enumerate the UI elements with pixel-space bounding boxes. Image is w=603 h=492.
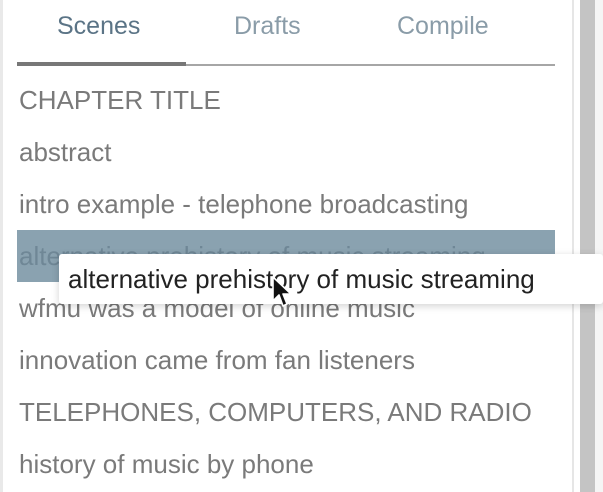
- scene-item-abstract[interactable]: abstract: [17, 126, 555, 178]
- scenes-panel: Scenes Drafts Compile CHAPTER TITLE abst…: [0, 0, 603, 492]
- tab-drafts[interactable]: Drafts: [234, 12, 301, 41]
- scene-item-innovation[interactable]: innovation came from fan listeners: [17, 334, 555, 386]
- arrow-cursor-icon: [272, 276, 292, 307]
- scene-item-history-by-phone[interactable]: history of music by phone: [17, 438, 555, 490]
- scrollbar-track: [595, 0, 603, 492]
- scene-item-telephones-heading[interactable]: TELEPHONES, COMPUTERS, AND RADIO: [17, 386, 555, 438]
- active-tab-indicator: [17, 62, 186, 66]
- tab-compile[interactable]: Compile: [397, 12, 489, 41]
- tab-bar: Scenes Drafts Compile: [17, 0, 555, 66]
- tab-scenes[interactable]: Scenes: [57, 12, 140, 41]
- vertical-scrollbar[interactable]: [580, 0, 595, 492]
- scene-tooltip: alternative prehistory of music streamin…: [59, 254, 603, 304]
- panel-divider[interactable]: [572, 0, 574, 492]
- scene-item-intro-example[interactable]: intro example - telephone broadcasting: [17, 178, 555, 230]
- scene-item-chapter-title[interactable]: CHAPTER TITLE: [17, 74, 555, 126]
- panel-edge: [0, 0, 3, 492]
